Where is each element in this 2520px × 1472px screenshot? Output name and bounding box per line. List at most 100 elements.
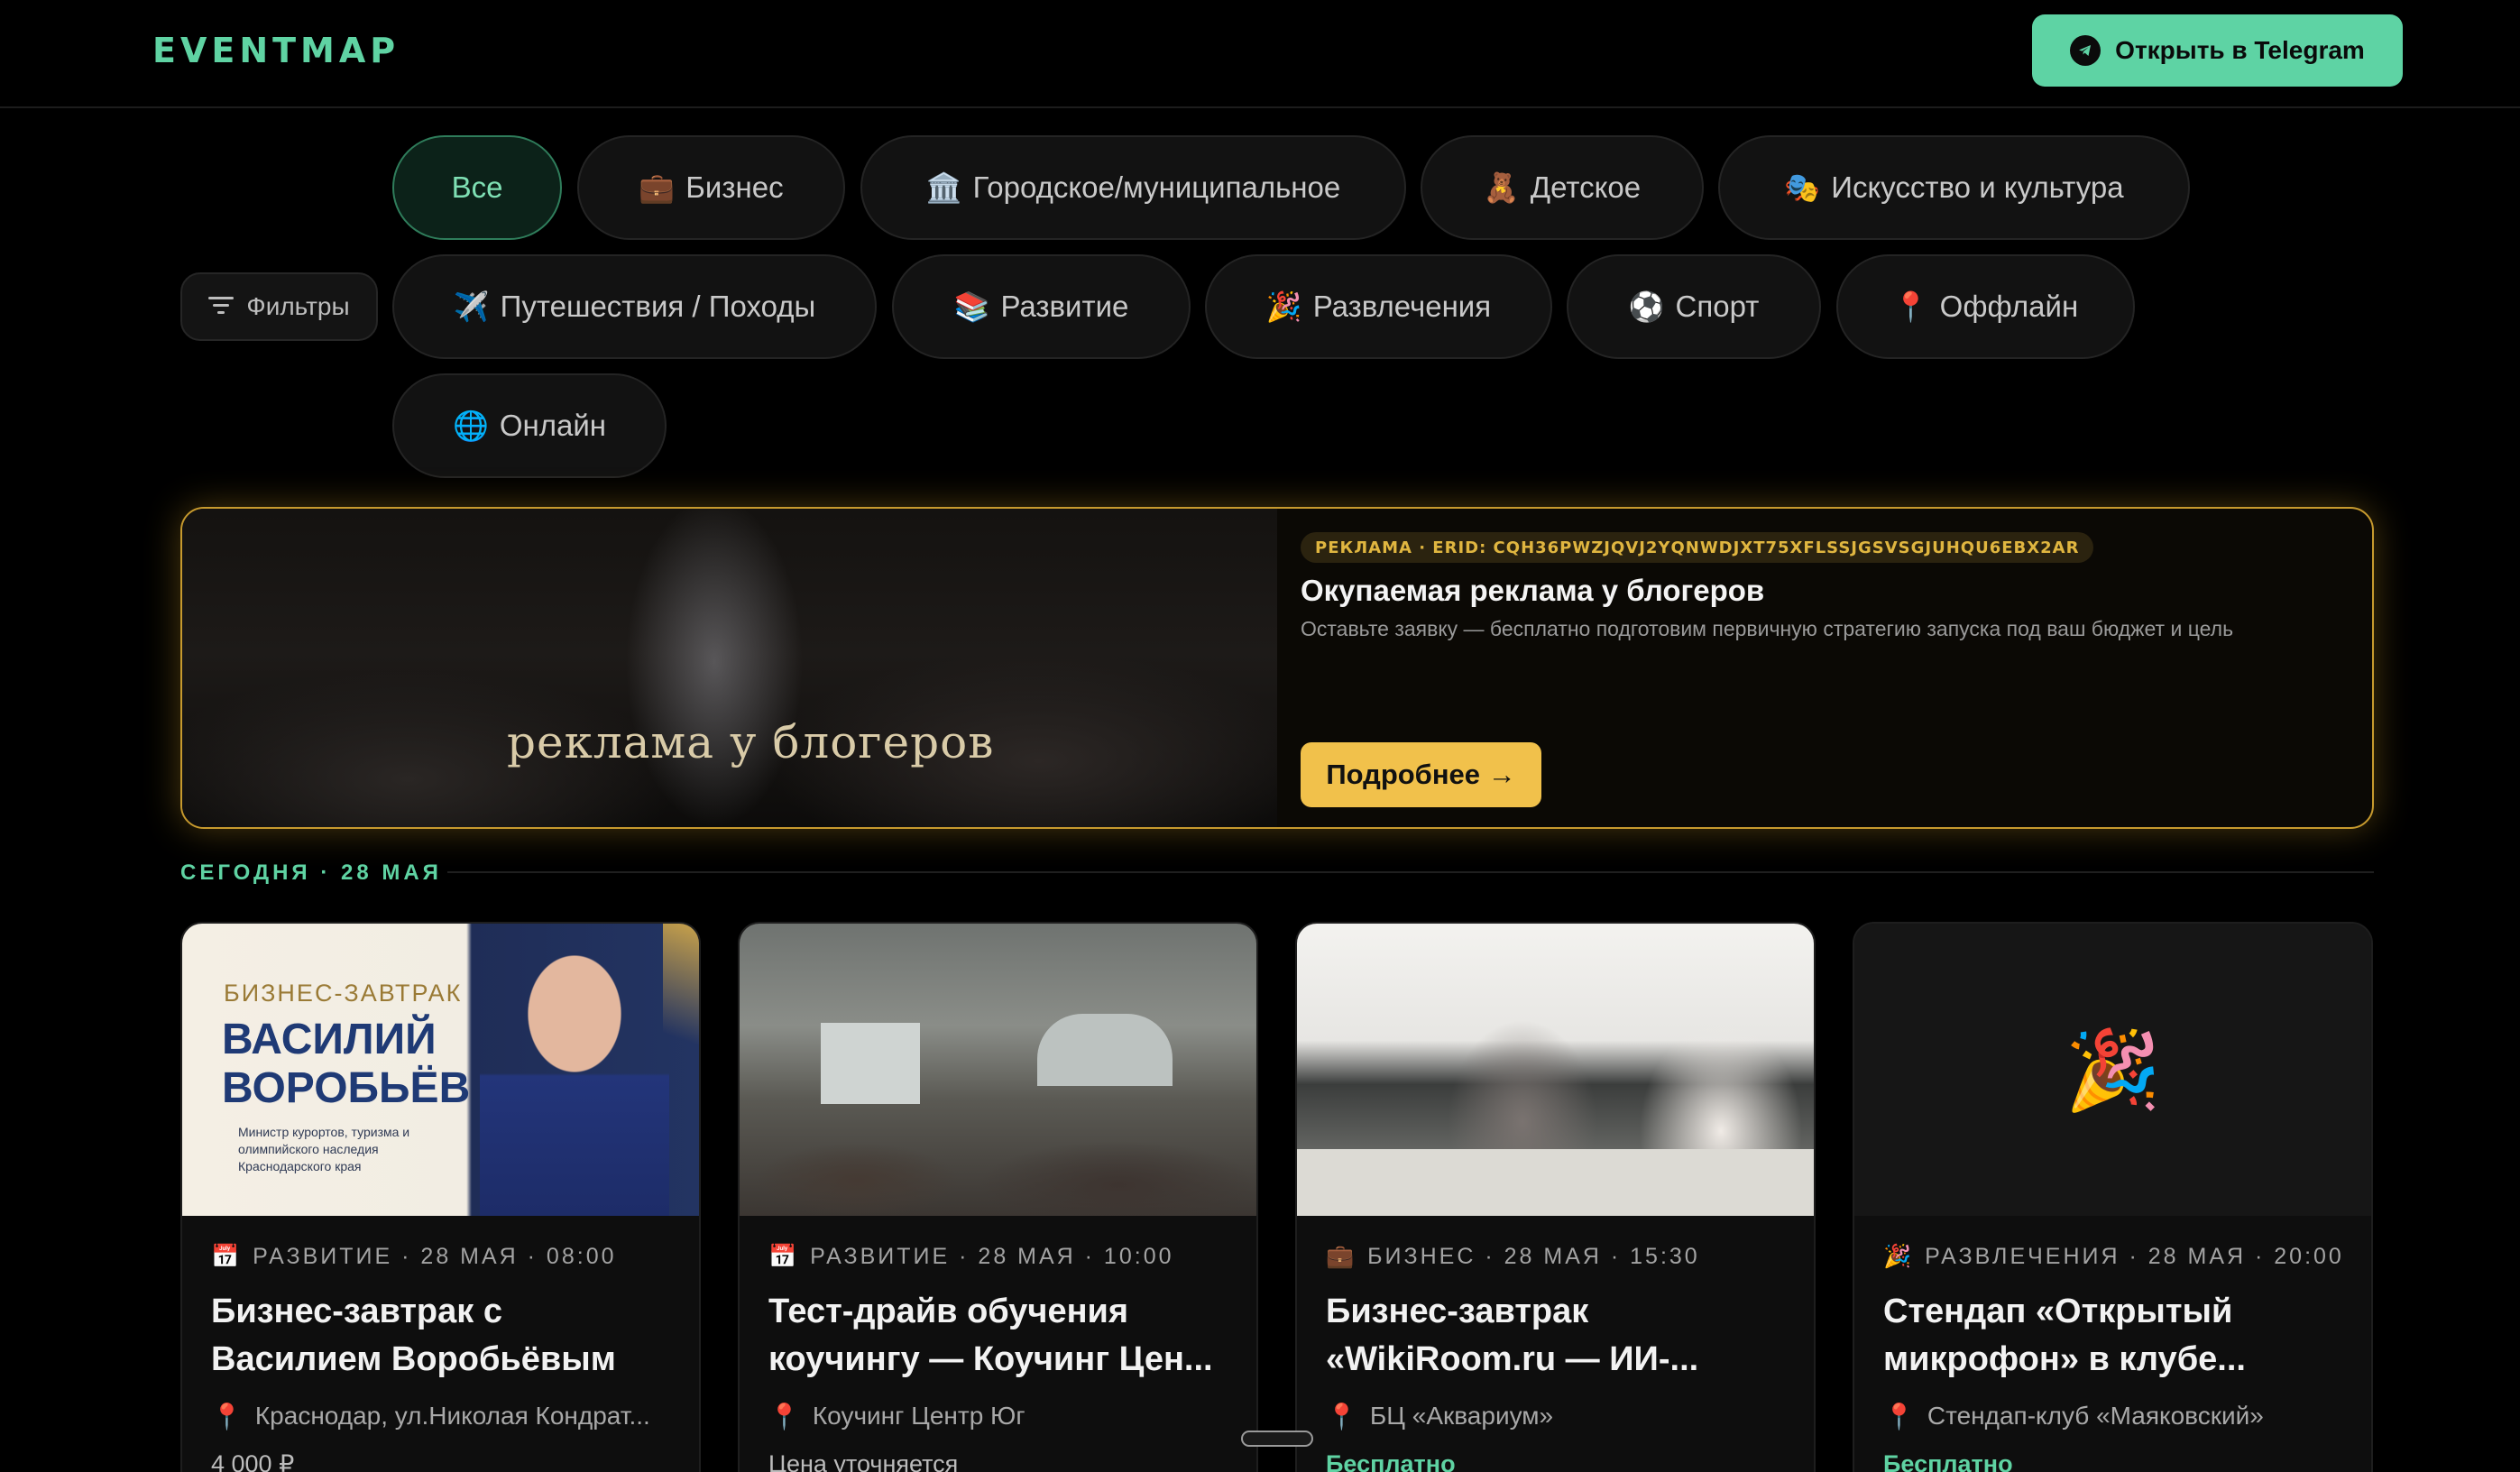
category-chip-all[interactable]: Все — [392, 135, 562, 240]
category-chip-label: Путешествия / Походы — [500, 290, 816, 323]
scroll-handle[interactable] — [1241, 1431, 1313, 1447]
globe-icon: 🌐 — [452, 409, 489, 443]
classical-building-icon: 🏛️ — [925, 170, 962, 205]
category-chip-kids[interactable]: 🧸 Детское — [1421, 135, 1704, 240]
event-meta-text: РАЗВИТИЕ · 28 МАЯ · 08:00 — [253, 1243, 617, 1269]
event-title: Тест-драйв обучения коучингу — Коучинг Ц… — [768, 1293, 1213, 1378]
pin-icon: 📍 — [1326, 1402, 1357, 1431]
event-meta: 💼 БИЗНЕС · 28 МАЯ · 15:30 — [1326, 1243, 1700, 1270]
event-location: 📍 Краснодар, ул.Николая Кондрат... — [211, 1402, 650, 1431]
photo-screen — [821, 1023, 920, 1104]
event-location: 📍 Коучинг Центр Юг — [768, 1402, 1025, 1431]
calendar-icon: 📅 — [768, 1243, 800, 1269]
telegram-icon — [2070, 35, 2102, 66]
event-location-text: Стендап-клуб «Маяковский» — [1927, 1402, 2264, 1430]
soccer-ball-icon: ⚽ — [1628, 290, 1665, 324]
ad-image: реклама у блогеров — [182, 509, 1277, 827]
event-image — [740, 924, 1256, 1216]
open-in-telegram-button[interactable]: Открыть в Telegram — [2032, 14, 2403, 87]
event-card[interactable]: БИЗНЕС-ЗАВТРАК ВАСИЛИЙ ВОРОБЬЁВ Министр … — [180, 922, 701, 1472]
pin-icon: 📍 — [211, 1402, 243, 1431]
event-price: Бесплатно — [1326, 1450, 1456, 1472]
filters-button[interactable]: Фильтры — [180, 272, 378, 341]
ad-subtitle: Оставьте заявку — бесплатно подготовим п… — [1301, 617, 2234, 640]
party-popper-icon: 🎉 — [1265, 290, 1302, 324]
airplane-icon: ✈️ — [453, 290, 490, 324]
event-price: Цена уточняется — [768, 1450, 959, 1472]
category-chip-label: Бизнес — [685, 170, 784, 204]
ad-banner[interactable]: реклама у блогеров РЕКЛАМА · ERID: CQH36… — [180, 507, 2374, 829]
category-chip-arts[interactable]: 🎭 Искусство и культура — [1718, 135, 2190, 240]
category-chip-label: Городское/муниципальное — [972, 170, 1341, 204]
poster-top-text: БИЗНЕС-ЗАВТРАК — [224, 980, 463, 1007]
filter-icon — [208, 292, 235, 321]
event-poster: БИЗНЕС-ЗАВТРАК ВАСИЛИЙ ВОРОБЬЁВ Министр … — [182, 924, 699, 1216]
top-header: EVENTMAP Открыть в Telegram — [0, 0, 2520, 108]
event-location: 📍 БЦ «Аквариум» — [1326, 1402, 1553, 1431]
category-chip-travel[interactable]: ✈️ Путешествия / Походы — [392, 254, 877, 359]
event-location-text: Краснодар, ул.Николая Кондрат... — [254, 1402, 650, 1430]
logo[interactable]: EVENTMAP — [152, 31, 400, 70]
ad-title: Окупаемая реклама у блогеров — [1301, 574, 1765, 607]
books-icon: 📚 — [953, 290, 990, 324]
event-location: 📍 Стендап-клуб «Маяковский» — [1883, 1402, 2264, 1431]
event-meta: 📅 РАЗВИТИЕ · 28 МАЯ · 08:00 — [211, 1243, 617, 1270]
event-photo — [740, 924, 1256, 1216]
ad-more-button[interactable]: Подробнее → — [1301, 742, 1541, 807]
calendar-icon: 📅 — [211, 1243, 243, 1269]
category-chip-label: Оффлайн — [1939, 290, 2079, 323]
event-image: БИЗНЕС-ЗАВТРАК ВАСИЛИЙ ВОРОБЬЁВ Министр … — [182, 924, 699, 1216]
event-card[interactable]: 📅 РАЗВИТИЕ · 28 МАЯ · 10:00 Тест-драйв о… — [738, 922, 1258, 1472]
party-popper-icon: 🎉 — [1883, 1243, 1915, 1269]
category-chip-label: Развлечения — [1312, 290, 1492, 323]
category-chip-municipal[interactable]: 🏛️ Городское/муниципальное — [860, 135, 1406, 240]
category-chip-development[interactable]: 📚 Развитие — [892, 254, 1191, 359]
poster-subtitle: Министр курортов, туризма и олимпийского… — [238, 1125, 410, 1173]
event-card[interactable]: 💼 БИЗНЕС · 28 МАЯ · 15:30 Бизнес-завтрак… — [1295, 922, 1816, 1472]
event-card[interactable]: 🎉 🎉 РАЗВЛЕЧЕНИЯ · 28 МАЯ · 20:00 Стендап… — [1853, 922, 2373, 1472]
poster-name: ВАСИЛИЙ ВОРОБЬЁВ — [222, 1016, 470, 1113]
event-meta-text: БИЗНЕС · 28 МАЯ · 15:30 — [1367, 1243, 1700, 1269]
pin-icon: 📍 — [1892, 290, 1929, 324]
pin-icon: 📍 — [768, 1402, 800, 1431]
category-chip-offline[interactable]: 📍 Оффлайн — [1836, 254, 2135, 359]
poster-person — [480, 942, 669, 1216]
event-meta-text: РАЗВИТИЕ · 28 МАЯ · 10:00 — [810, 1243, 1174, 1269]
party-popper-icon: 🎉 — [2064, 1025, 2162, 1116]
event-image-placeholder: 🎉 — [1854, 924, 2371, 1216]
filters-button-label: Фильтры — [246, 292, 350, 320]
category-chip-label: Онлайн — [499, 409, 606, 442]
category-chip-label: Развитие — [1000, 290, 1129, 323]
event-title: Бизнес-завтрак с Василием Воробьёвым — [211, 1293, 616, 1378]
event-image: 🎉 — [1854, 924, 2371, 1216]
photo-desk — [1297, 1149, 1814, 1216]
event-image — [1297, 924, 1814, 1216]
event-meta: 🎉 РАЗВЛЕЧЕНИЯ · 28 МАЯ · 20:00 — [1883, 1243, 2344, 1270]
open-in-telegram-label: Открыть в Telegram — [2115, 36, 2365, 64]
pin-icon: 📍 — [1883, 1402, 1915, 1431]
theater-masks-icon: 🎭 — [1784, 170, 1821, 205]
event-title: Бизнес-завтрак «WikiRoom.ru — ИИ-... — [1326, 1293, 1699, 1378]
section-title: СЕГОДНЯ · 28 МАЯ — [180, 860, 442, 885]
ad-badge: РЕКЛАМА · ERID: CQH36PWZJQVJ2YQNWDJXT75X… — [1301, 532, 2094, 563]
briefcase-icon: 💼 — [1326, 1243, 1357, 1269]
category-chip-label: Спорт — [1675, 290, 1760, 323]
photo-window — [1037, 1014, 1173, 1086]
ad-image-caption: реклама у блогеров — [507, 716, 995, 768]
event-price: 4 000 ₽ — [211, 1450, 295, 1472]
poster-name-line: ВОРОБЬЁВ — [222, 1064, 471, 1112]
category-chip-label: Детское — [1530, 170, 1642, 204]
briefcase-icon: 💼 — [639, 170, 676, 205]
category-chip-entertainment[interactable]: 🎉 Развлечения — [1205, 254, 1552, 359]
event-meta-text: РАЗВЛЕЧЕНИЯ · 28 МАЯ · 20:00 — [1925, 1243, 2344, 1269]
teddy-bear-icon: 🧸 — [1483, 170, 1520, 205]
category-chip-label: Искусство и культура — [1831, 170, 2124, 204]
category-chip-business[interactable]: 💼 Бизнес — [577, 135, 845, 240]
event-location-text: БЦ «Аквариум» — [1369, 1402, 1554, 1430]
category-chip-sport[interactable]: ⚽ Спорт — [1567, 254, 1821, 359]
category-chip-online[interactable]: 🌐 Онлайн — [392, 373, 667, 478]
event-photo — [1297, 924, 1814, 1216]
event-title: Стендап «Открытый микрофон» в клубе... — [1883, 1293, 2246, 1378]
category-chip-label: Все — [451, 170, 503, 204]
section-divider — [447, 871, 2374, 873]
